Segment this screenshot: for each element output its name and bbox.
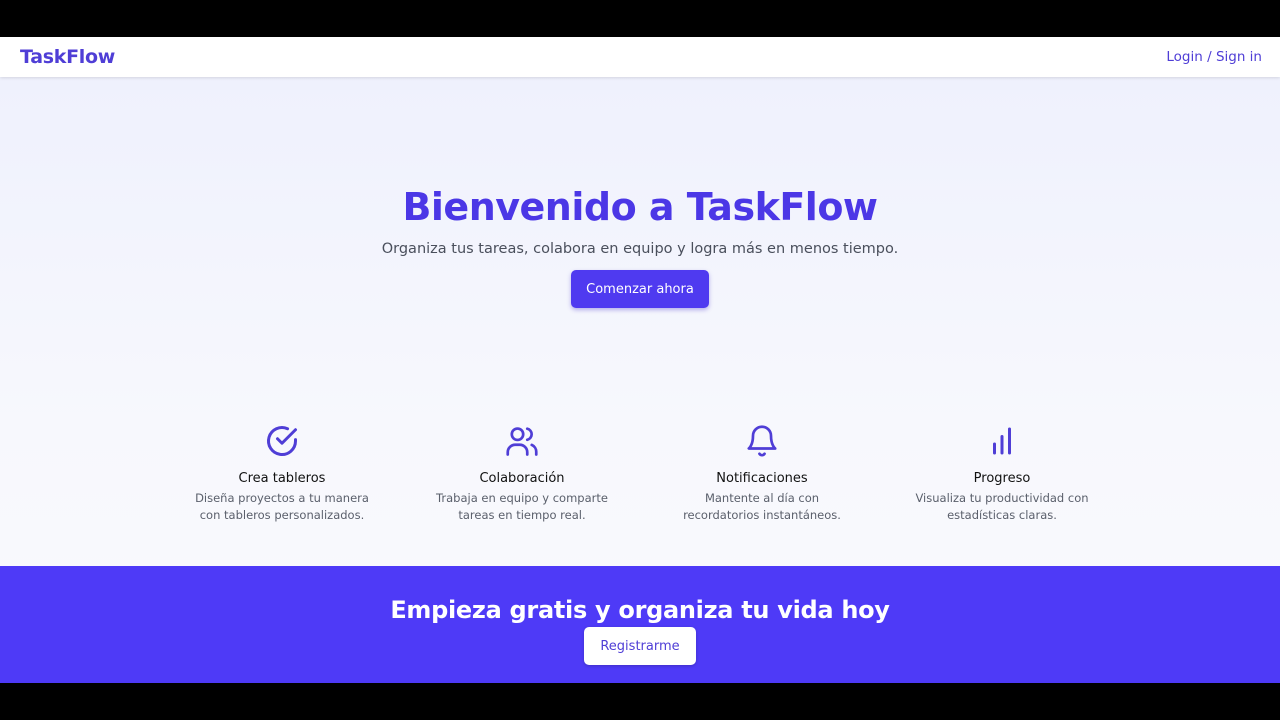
start-now-button[interactable]: Comenzar ahora <box>571 270 709 308</box>
feature-description: Visualiza tu productividad con estadísti… <box>915 491 1089 522</box>
hero-section: Bienvenido a TaskFlow Organiza tus tarea… <box>0 185 1280 308</box>
login-link[interactable]: Login / Sign in <box>1166 49 1262 65</box>
feature-title: Colaboración <box>479 471 565 486</box>
feature-description: Mantente al día con recordatorios instan… <box>683 491 841 522</box>
feature-title: Crea tableros <box>238 471 326 486</box>
users-icon <box>506 427 538 456</box>
feature-card: Notificaciones Mantente al día con recor… <box>642 423 882 524</box>
bar-chart-icon <box>993 427 1011 455</box>
hero-title: Bienvenido a TaskFlow <box>402 185 878 229</box>
check-circle-icon <box>267 426 297 456</box>
bell-icon <box>747 425 777 457</box>
feature-card: Crea tableros Diseña proyectos a tu mane… <box>162 423 402 524</box>
feature-card: Progreso Visualiza tu productividad con … <box>882 423 1122 524</box>
hero-subtitle: Organiza tus tareas, colabora en equipo … <box>381 241 899 257</box>
top-navbar: TaskFlow Login / Sign in <box>0 37 1280 77</box>
features-section: Crea tableros Diseña proyectos a tu mane… <box>162 423 1122 524</box>
register-button[interactable]: Registrarme <box>584 627 696 665</box>
feature-title: Notificaciones <box>716 471 808 486</box>
logo[interactable]: TaskFlow <box>20 46 115 68</box>
feature-description: Trabaja en equipo y comparte tareas en t… <box>436 491 608 522</box>
feature-description: Diseña proyectos a tu manera con tablero… <box>195 491 369 522</box>
feature-title: Progreso <box>973 471 1031 486</box>
feature-card: Colaboración Trabaja en equipo y compart… <box>402 423 642 524</box>
cta-banner: Empieza gratis y organiza tu vida hoy Re… <box>0 566 1280 683</box>
banner-title: Empieza gratis y organiza tu vida hoy <box>390 596 890 624</box>
app-window: TaskFlow Login / Sign in Bienvenido a Ta… <box>0 37 1280 683</box>
